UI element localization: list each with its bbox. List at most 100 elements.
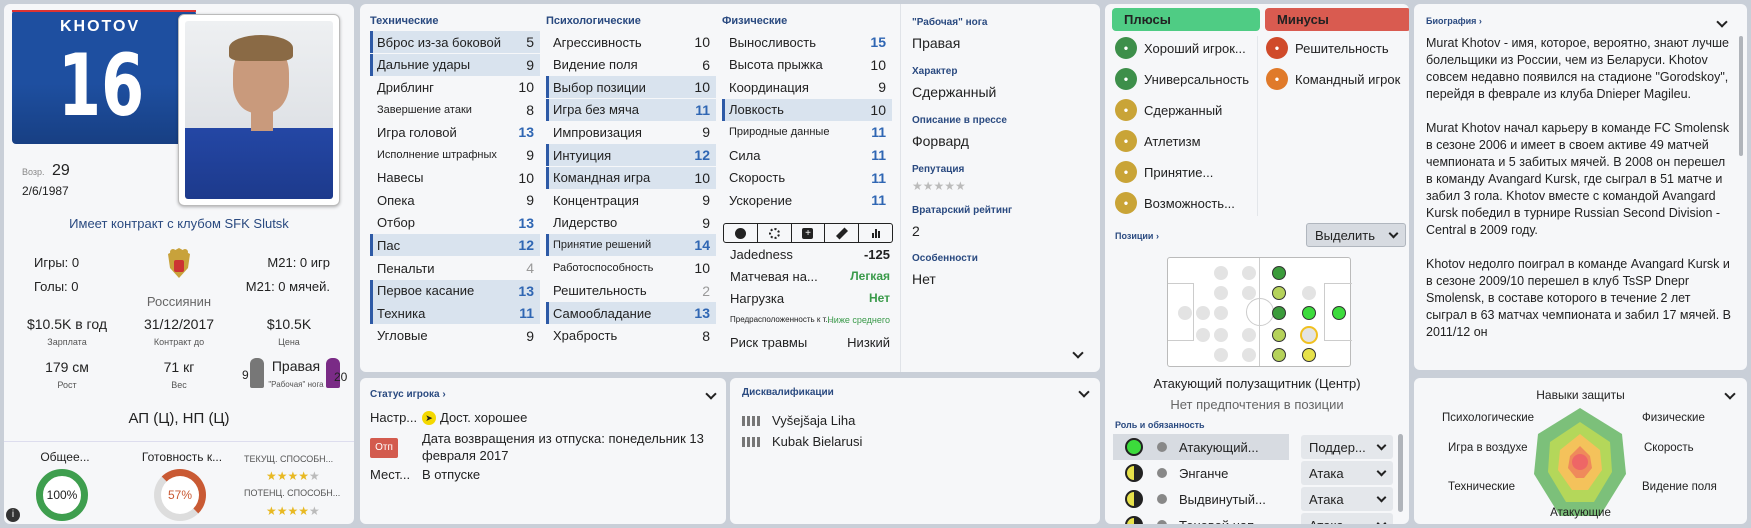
attribute-row[interactable]: Храбрость 8 <box>546 325 716 347</box>
attribute-row[interactable]: Отбор 13 <box>370 212 540 234</box>
reputation-label: Репутация <box>912 164 965 175</box>
status-title[interactable]: Статус игрока › <box>370 389 446 400</box>
duty-dropdown[interactable]: Атака <box>1301 487 1393 511</box>
attribute-value: 10 <box>518 169 534 186</box>
attribute-row[interactable]: Координация 9 <box>722 76 892 98</box>
potential-ability-stars: ★★★★★ <box>266 504 320 518</box>
attribute-label: Игра головой <box>377 124 457 140</box>
attribute-row[interactable]: Игра головой 13 <box>370 121 540 143</box>
attribute-row[interactable]: Лидерство 9 <box>546 212 716 234</box>
bio-title[interactable]: Биография › <box>1426 16 1482 26</box>
side-foot-label: "Рабочая" нога <box>912 17 988 28</box>
trait-label: Хороший игрок... <box>1144 40 1246 56</box>
attribute-row[interactable]: Вброс из-за боковой 5 <box>370 31 540 53</box>
trait-item[interactable]: • Возможность... <box>1115 192 1235 214</box>
role-row[interactable]: Теневой нап... <box>1113 512 1289 524</box>
position-dot <box>1214 266 1228 280</box>
attribute-row[interactable]: Дриблинг 10 <box>370 76 540 98</box>
attribute-row[interactable]: Техника 11 <box>370 302 540 325</box>
trait-item[interactable]: • Хороший игрок... <box>1115 37 1246 59</box>
attribute-label: Решительность <box>553 283 647 299</box>
attribute-row[interactable]: Игра без мяча 11 <box>546 98 716 121</box>
duty-dropdown[interactable]: Поддер... <box>1301 435 1393 459</box>
roles-scrollbar[interactable] <box>1398 434 1403 512</box>
nation-emblem-icon[interactable] <box>162 244 196 286</box>
trait-item[interactable]: • Принятие... <box>1115 161 1213 183</box>
attribute-row[interactable]: Угловые 9 <box>370 325 540 347</box>
attribute-row[interactable]: Природные данные 11 <box>722 121 892 143</box>
attribute-row[interactable]: Агрессивность 10 <box>546 31 716 53</box>
position-dot <box>1272 286 1286 300</box>
attribute-row[interactable]: Пенальти 4 <box>370 257 540 279</box>
positions-title[interactable]: Позиции › <box>1115 231 1159 241</box>
duty-dropdown[interactable]: Атака <box>1301 461 1393 485</box>
cycle-tab-icon[interactable] <box>758 224 792 242</box>
position-preference: Нет предпочтения в позиции <box>1170 397 1344 412</box>
weight-label: Вес <box>171 380 187 390</box>
attribute-label: Первое касание <box>377 283 475 299</box>
role-row[interactable]: Атакующий... <box>1113 434 1289 460</box>
attribute-row[interactable]: Пас 12 <box>370 234 540 257</box>
bio-chevron-icon[interactable] <box>1716 16 1728 28</box>
attribute-row[interactable]: Самообладание 13 <box>546 302 716 325</box>
role-row[interactable]: Выдвинутый... <box>1113 486 1289 512</box>
info-icon[interactable]: i <box>6 508 20 522</box>
highlight-dropdown[interactable]: Выделить <box>1306 223 1406 247</box>
ban-label: Vyšejšaja Liha <box>772 413 856 428</box>
attribute-row[interactable]: Принятие решений 14 <box>546 234 716 257</box>
attribute-row[interactable]: Высота прыжка 10 <box>722 54 892 76</box>
bandage-tab-icon[interactable] <box>825 224 860 242</box>
attribute-row[interactable]: Скорость 11 <box>722 167 892 189</box>
attribute-row[interactable]: Командная игра 10 <box>546 166 716 189</box>
bio-scrollbar[interactable] <box>1739 36 1743 156</box>
trait-item[interactable]: • Универсальность <box>1115 68 1249 90</box>
role-info-icon[interactable] <box>1157 520 1167 524</box>
attribute-row[interactable]: Работоспособность 10 <box>546 257 716 279</box>
info-tab-icon[interactable] <box>724 224 758 242</box>
trait-item[interactable]: • Решительность <box>1266 37 1389 59</box>
attribute-row[interactable]: Выбор позиции 10 <box>546 76 716 99</box>
chart-tab-icon[interactable] <box>859 224 892 242</box>
status-chevron-icon[interactable] <box>705 388 717 400</box>
attribute-row[interactable]: Решительность 2 <box>546 280 716 302</box>
ban-item[interactable]: Kubak Bielarusi <box>742 434 862 449</box>
attribute-row[interactable]: Концентрация 9 <box>546 189 716 211</box>
attribute-row[interactable]: Дальние удары 9 <box>370 53 540 76</box>
attribute-row[interactable]: Исполнение штрафных 9 <box>370 144 540 166</box>
attribute-row[interactable]: Ускорение 11 <box>722 189 892 211</box>
trait-item[interactable]: • Командный игрок <box>1266 68 1400 90</box>
position-dot <box>1272 306 1286 320</box>
contract-club[interactable]: Имеет контракт с клубом SFK Slutsk <box>4 216 354 231</box>
attribute-row[interactable]: Ловкость 10 <box>722 98 892 121</box>
chevron-down-icon <box>1376 492 1387 502</box>
medical-tab-icon[interactable]: + <box>792 224 826 242</box>
ban-item[interactable]: Vyšejšaja Liha <box>742 413 855 428</box>
duty-dropdown[interactable]: Атака <box>1301 513 1393 524</box>
attribute-row[interactable]: Первое касание 13 <box>370 279 540 302</box>
attribute-value: 9 <box>878 79 886 96</box>
attribute-row[interactable]: Выносливость 15 <box>722 31 892 53</box>
role-info-icon[interactable] <box>1157 494 1167 504</box>
trait-item[interactable]: • Атлетизм <box>1115 130 1201 152</box>
duty-label: Поддер... <box>1309 439 1366 455</box>
attribute-row[interactable]: Опека 9 <box>370 189 540 211</box>
defense-title: Навыки защиты <box>1536 388 1625 402</box>
jadedness-value: -125 <box>863 247 890 262</box>
attribute-row[interactable]: Завершение атаки 8 <box>370 99 540 121</box>
role-info-icon[interactable] <box>1157 468 1167 478</box>
position-dot <box>1332 306 1346 320</box>
player-name: KHOTOV <box>60 18 141 35</box>
role-row[interactable]: Энганче <box>1113 460 1289 486</box>
attribute-row[interactable]: Навесы 10 <box>370 167 540 189</box>
trait-item[interactable]: • Сдержанный <box>1115 99 1222 121</box>
attribute-row[interactable]: Видение поля 6 <box>546 54 716 76</box>
bans-chevron-icon[interactable] <box>1078 386 1090 398</box>
role-label: Теневой нап... <box>1179 518 1265 525</box>
attributes-expand-chevron-icon[interactable] <box>1072 347 1084 359</box>
attribute-row[interactable]: Импровизация 9 <box>546 121 716 143</box>
position-dot <box>1196 328 1210 342</box>
attribute-row[interactable]: Сила 11 <box>722 144 892 166</box>
attribute-row[interactable]: Интуиция 12 <box>546 144 716 166</box>
role-info-icon[interactable] <box>1157 442 1167 452</box>
player-photo <box>178 14 340 206</box>
